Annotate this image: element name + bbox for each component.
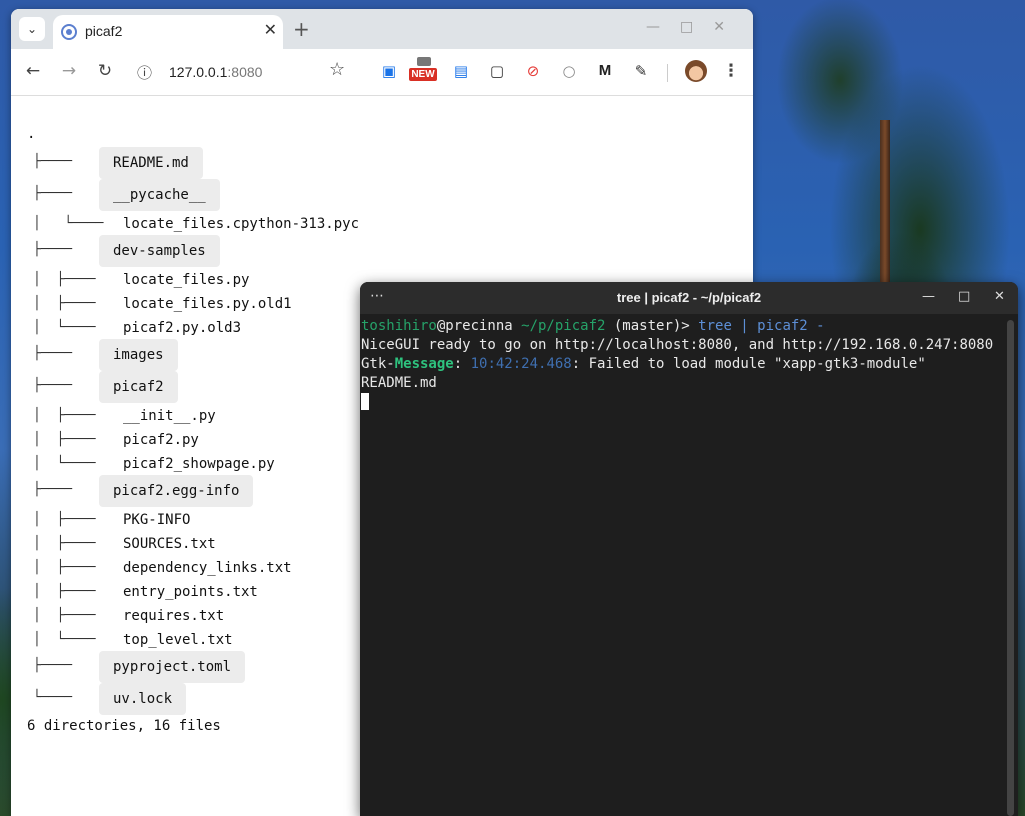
tree-file-name: requires.txt <box>123 608 225 624</box>
tree-root: . <box>27 126 36 142</box>
tree-file-name: locate_files.cpython-313.pyc <box>123 216 360 232</box>
url-text[interactable]: 127.0.0.1:8080 <box>169 64 262 80</box>
tree-branch-glyph: │ ├──── <box>33 608 96 623</box>
tree-branch-glyph: │ ├──── <box>33 536 96 551</box>
block-extension-icon[interactable]: ⊘ <box>523 61 543 81</box>
site-info-icon[interactable]: ⓘ <box>137 62 152 83</box>
terminal-title: tree | picaf2 - ~/p/picaf2 <box>616 290 762 305</box>
tree-file-name: picaf2_showpage.py <box>123 456 275 472</box>
terminal-cursor <box>361 393 369 410</box>
bookmark-star-icon[interactable]: ☆ <box>329 59 345 80</box>
tree-directory-button[interactable]: images <box>99 339 178 371</box>
tree-file-name: dependency_links.txt <box>123 560 292 576</box>
tree-file-name: SOURCES.txt <box>123 536 216 552</box>
tree-branch-glyph: ├──── <box>33 482 73 497</box>
terminal-scrollbar[interactable] <box>1007 320 1014 816</box>
tab-title: picaf2 <box>85 23 123 39</box>
gmail-extension-icon[interactable]: M <box>595 61 615 81</box>
tree-branch-glyph: ├──── <box>33 658 73 673</box>
folder-icon <box>417 57 431 66</box>
output-line: NiceGUI ready to go on http://localhost:… <box>361 337 994 353</box>
chat-extension-icon[interactable]: ○ <box>559 61 579 81</box>
more-menu-icon[interactable]: ⋮ <box>719 61 743 81</box>
prompt-branch: (master)> <box>605 318 699 334</box>
tree-branch-glyph: │ └──── <box>33 320 96 335</box>
close-icon[interactable]: ✕ <box>264 20 277 39</box>
gtk-message-label: Message <box>394 356 454 372</box>
gtk-timestamp: 10:42:24.468 <box>470 356 572 372</box>
tab-picaf2[interactable]: picaf2 ✕ <box>53 15 283 49</box>
tree-file-name: locate_files.py.old1 <box>123 296 292 312</box>
tree-branch-glyph: │ ├──── <box>33 584 96 599</box>
tree-summary: 6 directories, 16 files <box>27 718 221 734</box>
maximize-icon[interactable]: □ <box>958 289 970 304</box>
tree-file-name: entry_points.txt <box>123 584 258 600</box>
forward-icon[interactable]: → <box>57 61 81 81</box>
tree-branch-glyph: ├──── <box>33 186 73 201</box>
tree-directory-button[interactable]: picaf2 <box>99 371 178 403</box>
tree-branch-glyph: │ └──── <box>33 632 96 647</box>
tab-search-icon[interactable]: ⌄ <box>19 17 45 41</box>
profile-avatar[interactable] <box>685 60 707 82</box>
minimize-icon[interactable]: — <box>922 289 935 304</box>
terminal-window: ⋯ tree | picaf2 - ~/p/picaf2 — □ ✕ toshi… <box>360 282 1018 816</box>
tree-file-name: PKG-INFO <box>123 512 191 528</box>
tree-file-name: picaf2.py.old3 <box>123 320 242 336</box>
back-icon[interactable]: ← <box>21 61 45 81</box>
capture-extension-icon[interactable]: ▢ <box>487 61 507 81</box>
reload-icon[interactable]: ↻ <box>93 61 117 81</box>
new-badge: NEW <box>409 68 437 81</box>
tree-file-name: locate_files.py <box>123 272 250 288</box>
tree-branch-glyph: ├──── <box>33 242 73 257</box>
window-controls[interactable]: —□✕ <box>646 19 745 35</box>
tree-branch-glyph: │ ├──── <box>33 432 96 447</box>
tree-branch-glyph: │ └──── <box>33 216 104 231</box>
new-tab-icon[interactable]: + <box>293 17 310 41</box>
globe-icon <box>61 24 77 40</box>
gtk-colon: : <box>453 356 471 372</box>
screenshot-extension-icon[interactable]: ▣ <box>379 61 399 81</box>
tree-branch-glyph: └──── <box>33 690 73 705</box>
terminal-output[interactable]: toshihiro@precinna ~/p/picaf2 (master)> … <box>361 317 1001 413</box>
chart-extension-icon[interactable]: ▤ <box>451 61 471 81</box>
tree-branch-glyph: ├──── <box>33 154 73 169</box>
tree-directory-button[interactable]: picaf2.egg-info <box>99 475 254 507</box>
prompt-host: @precinna <box>436 318 513 334</box>
tree-branch-glyph: ├──── <box>33 378 73 393</box>
extensions-puzzle-icon[interactable]: ✎ <box>631 61 651 81</box>
prompt-path: ~/p/picaf2 <box>512 318 606 334</box>
tree-branch-glyph: │ ├──── <box>33 272 96 287</box>
address-bar[interactable]: ⓘ 127.0.0.1:8080 <box>131 57 361 87</box>
tree-directory-button[interactable]: uv.lock <box>99 683 187 715</box>
tree-directory-button[interactable]: pyproject.toml <box>99 651 246 683</box>
tree-directory-button[interactable]: __pycache__ <box>99 179 220 211</box>
prompt-user: toshihiro <box>361 318 437 334</box>
tree-directory-button[interactable]: README.md <box>99 147 203 179</box>
terminal-titlebar: ⋯ tree | picaf2 - ~/p/picaf2 — □ ✕ <box>360 282 1018 314</box>
tree-file-name: top_level.txt <box>123 632 233 648</box>
tab-strip: ⌄ picaf2 ✕ + —□✕ <box>11 9 753 49</box>
prompt-command: tree | picaf2 - <box>698 318 825 334</box>
gtk-prefix: Gtk- <box>361 356 395 372</box>
close-icon[interactable]: ✕ <box>994 289 1005 304</box>
tree-branch-glyph: │ ├──── <box>33 296 96 311</box>
tree-branch-glyph: │ ├──── <box>33 408 96 423</box>
tree-branch-glyph: ├──── <box>33 346 73 361</box>
tree-branch-glyph: │ ├──── <box>33 512 96 527</box>
output-line: README.md <box>361 375 437 391</box>
tree-branch-glyph: │ └──── <box>33 456 96 471</box>
gtk-error-text: : Failed to load module "xapp-gtk3-modul… <box>571 356 926 372</box>
browser-toolbar: ← → ↻ ⓘ 127.0.0.1:8080 ☆ ▣ NEW ▤ ▢ ⊘ ○ M… <box>11 49 753 96</box>
toolbar-separator <box>667 64 668 82</box>
tree-file-name: picaf2.py <box>123 432 199 448</box>
tree-directory-button[interactable]: dev-samples <box>99 235 220 267</box>
tree-branch-glyph: │ ├──── <box>33 560 96 575</box>
tree-file-name: __init__.py <box>123 408 216 424</box>
new-extension-icon[interactable]: NEW <box>409 57 439 83</box>
